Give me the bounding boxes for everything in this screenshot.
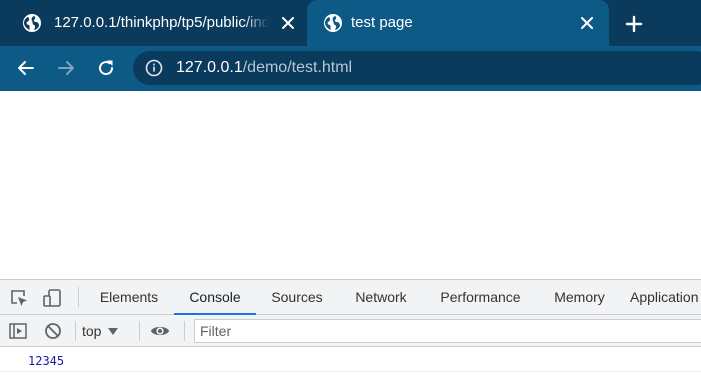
devtools-tab-bar: Elements Console Sources Network Perform… bbox=[0, 280, 701, 315]
reload-button[interactable] bbox=[94, 56, 118, 80]
globe-icon bbox=[324, 14, 342, 32]
info-icon[interactable] bbox=[145, 59, 163, 77]
sidebar-toggle-icon bbox=[9, 323, 27, 339]
console-filter-input[interactable] bbox=[194, 319, 701, 343]
device-toolbar-button[interactable] bbox=[42, 288, 62, 308]
close-tab-button[interactable] bbox=[577, 13, 597, 33]
device-toggle-icon bbox=[43, 289, 61, 307]
console-toolbar: top bbox=[0, 315, 701, 347]
toolbar-divider bbox=[78, 287, 79, 307]
close-tab-button[interactable] bbox=[278, 13, 298, 33]
page-viewport bbox=[0, 91, 701, 279]
tab-memory[interactable]: Memory bbox=[543, 280, 616, 315]
tab-title: test page bbox=[351, 14, 413, 31]
show-sidebar-button[interactable] bbox=[8, 321, 28, 341]
back-button[interactable] bbox=[14, 56, 38, 80]
url-text: 127.0.0.1/demo/test.html bbox=[176, 59, 352, 77]
close-icon bbox=[581, 17, 593, 29]
browser-tab-strip: 127.0.0.1/thinkphp/tp5/public/index.php … bbox=[0, 0, 701, 46]
url-path: /demo/test.html bbox=[242, 59, 353, 76]
console-output: 12345 bbox=[0, 347, 701, 378]
plus-icon bbox=[625, 15, 643, 33]
toolbar-divider bbox=[75, 321, 76, 341]
block-icon bbox=[45, 323, 61, 339]
toolbar-divider bbox=[139, 321, 140, 341]
chevron-down-icon bbox=[108, 327, 119, 335]
tab-performance[interactable]: Performance bbox=[430, 280, 531, 315]
console-message: 12345 bbox=[0, 347, 701, 372]
tab-application[interactable]: Application bbox=[630, 280, 701, 315]
reload-icon bbox=[99, 60, 114, 76]
toolbar-divider bbox=[184, 321, 185, 341]
tab-elements[interactable]: Elements bbox=[88, 280, 170, 315]
forward-button[interactable] bbox=[54, 56, 78, 80]
address-bar[interactable]: 127.0.0.1/demo/test.html bbox=[133, 51, 701, 85]
context-selector[interactable]: top bbox=[82, 321, 119, 341]
browser-tab-active[interactable]: test page bbox=[307, 0, 609, 46]
tab-title: 127.0.0.1/thinkphp/tp5/public/index.php bbox=[54, 14, 269, 31]
context-value: top bbox=[82, 323, 102, 339]
clear-console-button[interactable] bbox=[43, 321, 63, 341]
console-message-text: 12345 bbox=[28, 354, 65, 368]
tab-sources[interactable]: Sources bbox=[260, 280, 334, 315]
url-host: 127.0.0.1 bbox=[176, 59, 243, 76]
close-icon bbox=[282, 17, 294, 29]
arrow-right-icon bbox=[58, 61, 74, 75]
browser-toolbar: 127.0.0.1/demo/test.html bbox=[0, 46, 701, 91]
arrow-left-icon bbox=[18, 61, 34, 75]
devtools-panel: Elements Console Sources Network Perform… bbox=[0, 279, 701, 378]
globe-icon bbox=[23, 14, 41, 32]
new-tab-button[interactable] bbox=[622, 12, 646, 36]
tab-console[interactable]: Console bbox=[174, 280, 256, 315]
inspect-element-icon bbox=[11, 290, 27, 306]
tab-network[interactable]: Network bbox=[342, 280, 420, 315]
live-expression-button[interactable] bbox=[150, 321, 170, 341]
browser-tab-inactive[interactable]: 127.0.0.1/thinkphp/tp5/public/index.php bbox=[0, 0, 307, 46]
eye-icon bbox=[150, 326, 170, 336]
inspect-element-button[interactable] bbox=[9, 288, 29, 308]
